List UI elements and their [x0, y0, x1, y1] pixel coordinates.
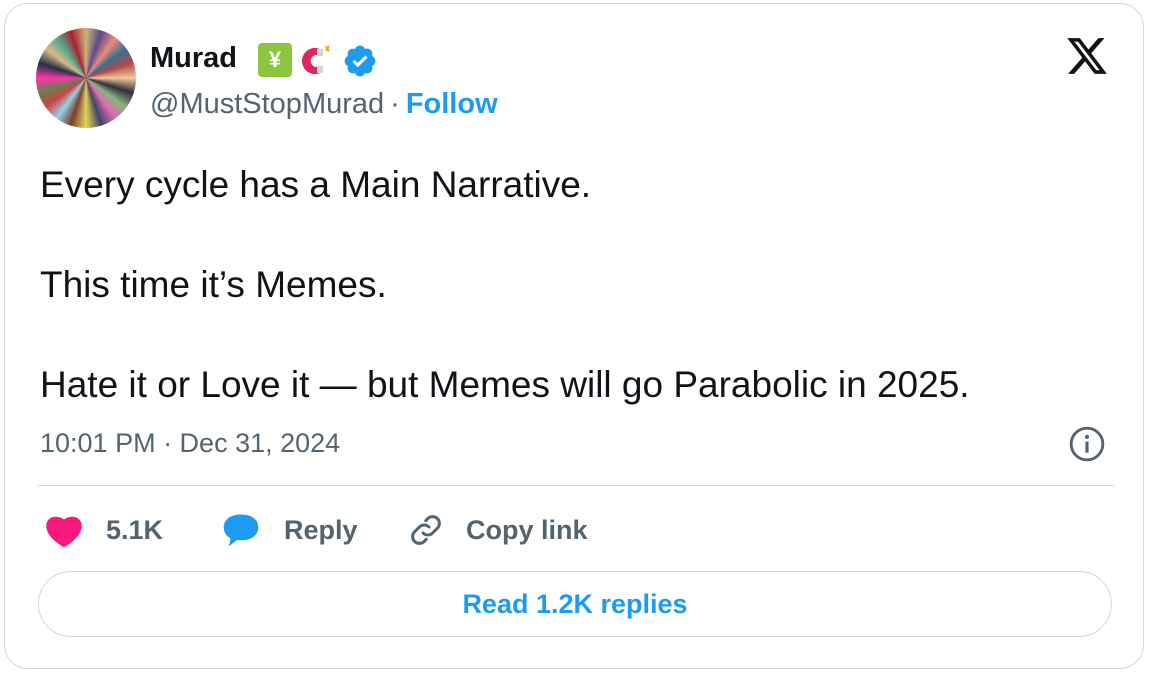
display-name[interactable]: Murad — [150, 42, 237, 75]
tweet-text-line-3: Hate it or Love it — but Memes will go P… — [40, 364, 970, 405]
separator-dot: · — [390, 88, 400, 120]
reply-button[interactable]: Reply — [220, 508, 358, 552]
tweet-timestamp[interactable]: 10:01 PM · Dec 31, 2024 — [40, 428, 340, 459]
read-replies-button[interactable]: Read 1.2K replies — [38, 571, 1112, 637]
copy-link-label: Copy link — [466, 514, 588, 545]
copy-link-button[interactable]: Copy link — [408, 508, 588, 552]
x-logo-icon[interactable] — [1064, 34, 1110, 78]
magnet-emoji-icon — [302, 45, 330, 74]
user-handle[interactable]: @MustStopMurad — [150, 88, 384, 120]
link-icon — [411, 515, 441, 545]
follow-button[interactable]: Follow — [406, 88, 498, 120]
handle-row: @MustStopMurad · Follow — [150, 88, 498, 121]
reply-label: Reply — [284, 514, 358, 545]
tweet-text-line-1: Every cycle has a Main Narrative. — [40, 164, 592, 205]
speech-bubble-icon — [223, 514, 259, 547]
info-icon[interactable] — [1068, 425, 1106, 463]
heart-icon — [46, 516, 82, 548]
like-count: 5.1K — [106, 514, 164, 545]
tweet-text-line-2: This time it’s Memes. — [40, 264, 387, 305]
yen-chart-emoji-icon: ¥ — [258, 43, 292, 77]
verified-badge-icon — [344, 45, 376, 77]
like-button[interactable]: 5.1K — [44, 508, 163, 552]
divider — [38, 485, 1114, 486]
avatar[interactable] — [36, 28, 136, 128]
